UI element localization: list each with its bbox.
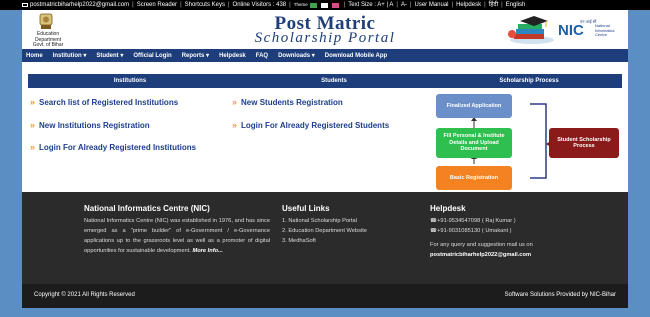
link-label: New Institutions Registration — [39, 121, 150, 130]
nic-footer-title: National Informatics Centre (NIC) — [84, 204, 210, 213]
theme-label: Theme — [293, 2, 308, 7]
theme-white-swatch[interactable] — [320, 2, 328, 8]
theme-green-swatch[interactable] — [309, 2, 317, 8]
main-content: Institutions Students Scholarship Proces… — [22, 62, 628, 192]
software-credit: Software Solutions Provided by NIC-Bihar — [504, 292, 616, 298]
new-student-registration-link[interactable]: » New Students Registration — [232, 97, 343, 107]
nic-description-text: National Informatics Centre (NIC) was es… — [84, 218, 270, 254]
shortcut-keys-link[interactable]: Shortcuts Keys — [185, 0, 225, 10]
basic-registration-box: Basic Registration — [436, 166, 512, 190]
nav-helpdesk[interactable]: Helpdesk — [219, 53, 246, 59]
useful-link-medhasoft[interactable]: 3. MedhaSoft — [282, 236, 367, 246]
student-scholarship-process-box: Student Scholarship Process — [549, 128, 619, 158]
nic-full-name: National Informatics Centre — [595, 23, 615, 38]
nic-sub-line: Centre — [595, 32, 608, 38]
nic-description: National Informatics Centre (NIC) was es… — [84, 216, 270, 256]
nav-downloads[interactable]: Downloads ▾ — [278, 52, 315, 59]
theme-pink-swatch[interactable] — [331, 2, 339, 8]
link-label: Login For Already Registered Institution… — [39, 143, 197, 152]
hindi-language-link[interactable]: हिंदी — [489, 0, 498, 10]
nav-student[interactable]: Student ▾ — [96, 52, 123, 59]
nav-download-mobile-app[interactable]: Download Mobile App — [325, 53, 387, 59]
useful-links-list: 1. National Scholarship Portal 2. Educat… — [282, 216, 367, 246]
phone-text: +91-9031085130 ( Umakant ) — [437, 228, 512, 234]
user-manual-link[interactable]: User Manual — [415, 0, 449, 10]
nav-official-login[interactable]: Official Login — [133, 53, 171, 59]
students-heading: Students — [232, 74, 436, 88]
screen-reader-link[interactable]: Screen Reader — [137, 0, 177, 10]
nic-logo-text: NIC — [558, 22, 584, 39]
helpdesk-email[interactable]: postmatricbiharhelp2022@gmail.com — [30, 0, 129, 10]
nav-institution[interactable]: Institution ▾ — [53, 52, 87, 59]
query-text: For any query and suggestion mail us on — [430, 242, 533, 248]
arrow-icon: » — [232, 97, 238, 107]
arrow-icon: » — [30, 142, 36, 152]
useful-link-education-dept[interactable]: 2. Education Department Website — [282, 226, 367, 236]
arrow-icon: » — [30, 97, 36, 107]
nav-home[interactable]: Home — [26, 53, 43, 59]
more-info-link[interactable]: More Info... — [192, 248, 222, 254]
top-bar: postmatricbiharhelp2022@gmail.com | Scre… — [0, 0, 650, 10]
arrow-icon: » — [30, 120, 36, 130]
footer: National Informatics Centre (NIC) Nation… — [22, 192, 628, 284]
copyright-bar: Copyright © 2021 All Rights Reserved Sof… — [22, 284, 628, 308]
helpdesk-link[interactable]: Helpdesk — [456, 0, 481, 10]
graduation-books-icon — [508, 16, 554, 44]
link-label: New Students Registration — [241, 98, 343, 107]
nav-faq[interactable]: FAQ — [256, 53, 268, 59]
helpdesk-phone-1: ☎+91-9534547098 ( Raj Kumar ) — [430, 216, 533, 226]
text-size-controls[interactable]: Text Size : A+ | A — [348, 0, 393, 10]
helpdesk-mail-link[interactable]: postmatricbiharhelp2022@gmail.com — [430, 250, 533, 260]
mail-icon — [22, 3, 28, 7]
helpdesk-phone-2: ☎+91-9031085130 ( Umakant ) — [430, 226, 533, 236]
arrow-icon: » — [232, 120, 238, 130]
main-navigation: Home Institution ▾ Student ▾ Official Lo… — [22, 49, 628, 62]
fill-details-box: Fill Personal & Institute Details and Up… — [436, 128, 512, 158]
nic-logo: एन आई सी NIC National Informatics Centre — [558, 19, 628, 40]
scholarship-process-heading: Scholarship Process — [436, 74, 622, 88]
copyright-text: Copyright © 2021 All Rights Reserved — [34, 292, 135, 298]
useful-link-nsp[interactable]: 1. National Scholarship Portal — [282, 216, 367, 226]
institution-login-link[interactable]: » Login For Already Registered Institutio… — [30, 142, 196, 152]
student-login-link[interactable]: » Login For Already Registered Students — [232, 120, 389, 130]
text-smaller-button[interactable]: A- — [401, 0, 407, 10]
site-header: Education Department Govt. of Bihar Post… — [22, 10, 628, 49]
institutions-heading: Institutions — [28, 74, 232, 88]
useful-links-title: Useful Links — [282, 204, 330, 213]
english-language-link[interactable]: English — [506, 0, 526, 10]
nav-reports[interactable]: Reports ▾ — [182, 52, 209, 59]
search-institutions-link[interactable]: » Search list of Registered Institutions — [30, 97, 178, 107]
helpdesk-title: Helpdesk — [430, 204, 466, 213]
phone-text: +91-9534547098 ( Raj Kumar ) — [437, 218, 516, 224]
new-institution-registration-link[interactable]: » New Institutions Registration — [30, 120, 150, 130]
link-label: Search list of Registered Institutions — [39, 98, 179, 107]
link-label: Login For Already Registered Students — [241, 121, 390, 130]
helpdesk-contacts: ☎+91-9534547098 ( Raj Kumar ) ☎+91-90310… — [430, 216, 533, 260]
online-visitors: Online Visitors : 438 — [232, 2, 287, 8]
finalized-application-box: Finalized Application — [436, 94, 512, 118]
